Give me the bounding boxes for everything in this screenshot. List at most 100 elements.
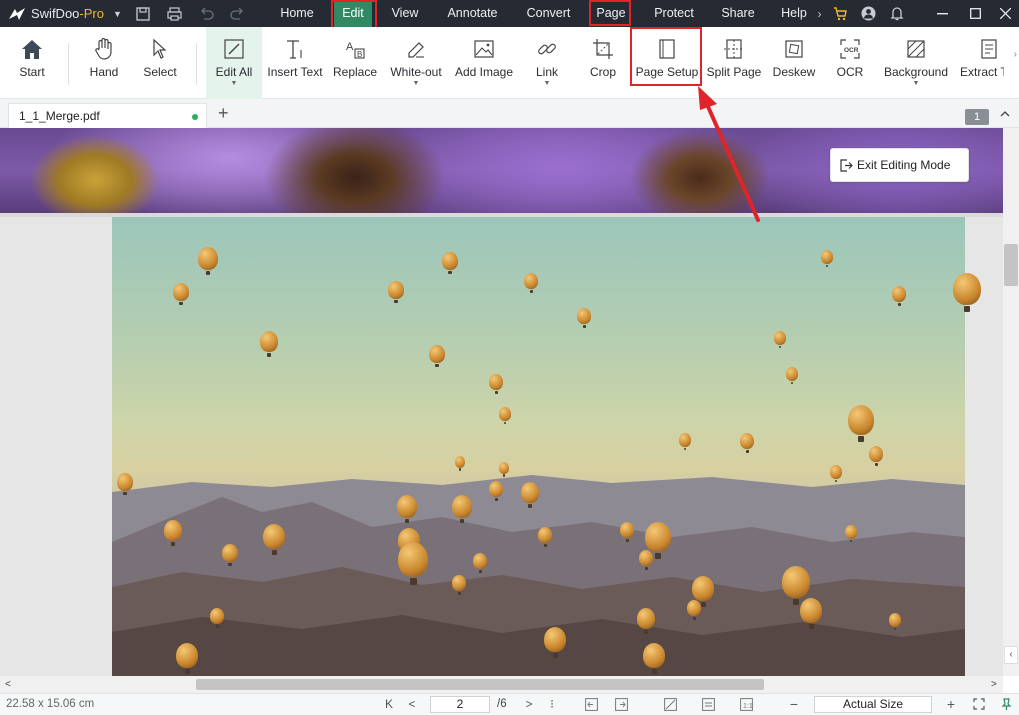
hot-air-balloon [176,643,198,674]
first-page-icon[interactable]: K [381,696,397,712]
hot-air-balloon [953,273,981,313]
save-icon[interactable] [134,5,151,22]
hot-air-balloon [452,495,472,524]
document-viewport[interactable] [0,128,1003,676]
crop-button[interactable]: Crop [582,27,624,99]
tab-1-1-merge[interactable]: 1_1_Merge.pdf [8,103,207,128]
white-out-button[interactable]: White-out ▼ [386,27,446,99]
prev-page-icon[interactable]: < [404,696,420,712]
hot-air-balloon [786,367,798,385]
account-icon[interactable] [860,5,877,22]
start-button[interactable]: Start [8,27,56,99]
extract-text-button[interactable]: Extract T [958,27,1004,99]
vertical-scrollbar[interactable] [1003,128,1019,676]
print-icon[interactable] [166,5,183,22]
page-setup-label: Page Setup [635,65,699,79]
zoom-out-icon[interactable]: − [786,696,802,712]
menu-help[interactable]: Help [776,0,812,27]
link-button[interactable]: Link ▼ [526,27,568,99]
menu-share[interactable]: Share [717,0,759,27]
side-panel-toggle-icon[interactable]: ‹ [1004,646,1018,664]
crop-label: Crop [589,65,616,79]
page-display-icon[interactable] [700,696,716,712]
pin-icon[interactable] [998,696,1014,712]
menu-annotate[interactable]: Annotate [441,0,504,27]
next-page-icon[interactable]: > [521,696,537,712]
svg-text:1:1: 1:1 [743,703,753,710]
hand-icon [93,36,115,62]
vertical-scroll-thumb[interactable] [1004,244,1018,286]
deskew-button[interactable]: Deskew [770,27,818,99]
edit-ribbon: Start Hand Select Edit All ▼ Insert Text… [0,27,1019,99]
hand-button[interactable]: Hand [82,27,126,99]
zoom-in-icon[interactable]: + [943,696,959,712]
title-bar: SwifDoo -Pro ▼ Home Edit View Annotate Co… [0,0,1019,29]
horizontal-scroll-thumb[interactable] [196,679,764,690]
hot-air-balloon [429,345,445,367]
deskew-icon [783,36,805,62]
scroll-left-icon[interactable]: < [5,676,11,693]
add-tab-button[interactable]: + [218,103,229,123]
exit-editing-mode-button[interactable]: Exit Editing Mode [830,148,969,182]
hot-air-balloon [489,374,503,394]
current-page-input[interactable]: 2 [430,696,490,713]
menu-page[interactable]: Page [592,0,630,27]
add-image-label: Add Image [454,65,514,79]
menu-more-icon[interactable]: › [811,5,828,22]
edit-all-button[interactable]: Edit All ▼ [206,27,262,99]
hot-air-balloon [821,250,833,268]
menu-protect[interactable]: Protect [647,0,701,27]
hot-air-balloon [645,522,671,559]
white-out-dropdown-icon[interactable]: ▼ [413,80,420,87]
scroll-right-icon[interactable]: > [991,676,997,693]
menu-convert[interactable]: Convert [520,0,577,27]
background-dropdown-icon[interactable]: ▼ [913,80,920,87]
maximize-icon[interactable] [958,0,992,27]
last-page-icon[interactable]: ⁝ [544,696,560,712]
collapse-ribbon-icon[interactable] [998,107,1012,121]
crop-icon [592,36,614,62]
app-brand[interactable]: SwifDoo -Pro ▼ [8,0,122,27]
tab-label: 1_1_Merge.pdf [19,109,100,123]
menu-home[interactable]: Home [275,0,319,27]
minimize-icon[interactable] [925,0,959,27]
menu-view[interactable]: View [385,0,425,27]
undo-icon[interactable] [198,5,215,22]
select-button[interactable]: Select [138,27,182,99]
hot-air-balloon [222,544,238,566]
ocr-button[interactable]: OCR OCR [830,27,870,99]
cart-icon[interactable] [832,5,849,22]
redo-icon[interactable] [229,5,246,22]
previous-view-icon[interactable] [583,696,599,712]
edit-all-dropdown-icon[interactable]: ▼ [231,80,238,87]
app-name-pro: -Pro [79,6,104,21]
close-icon[interactable] [988,0,1019,27]
background-button[interactable]: Background ▼ [880,27,952,99]
hot-air-balloon [198,247,218,276]
hot-air-balloon [687,600,701,620]
menu-edit[interactable]: Edit [334,0,372,27]
ribbon-divider [68,43,69,85]
replace-button[interactable]: AB Replace [330,27,380,99]
insert-text-button[interactable]: Insert Text [266,27,324,99]
link-dropdown-icon[interactable]: ▼ [544,80,551,87]
white-out-label: White-out [390,65,442,79]
fit-page-icon[interactable]: 1:1 [738,696,754,712]
zoom-level-select[interactable]: Actual Size [814,696,932,713]
ribbon-scroll-right-icon[interactable]: › [1014,49,1017,60]
hot-air-balloon [848,405,874,442]
app-menu-caret-icon[interactable]: ▼ [113,9,122,19]
notification-bell-icon[interactable] [888,5,905,22]
add-image-button[interactable]: Add Image [452,27,516,99]
next-view-icon[interactable] [613,696,629,712]
fullscreen-icon[interactable] [971,696,987,712]
page-setup-button[interactable]: Page Setup [634,27,700,99]
horizontal-scrollbar[interactable]: < > [0,676,1003,693]
hot-air-balloon [544,627,566,658]
layout-mode-icon[interactable] [662,696,678,712]
balloon-image[interactable] [112,217,981,676]
hot-air-balloon [173,283,189,305]
total-pages: /6 [497,698,507,710]
split-page-button[interactable]: Split Page [704,27,764,99]
cursor-icon [151,36,169,62]
